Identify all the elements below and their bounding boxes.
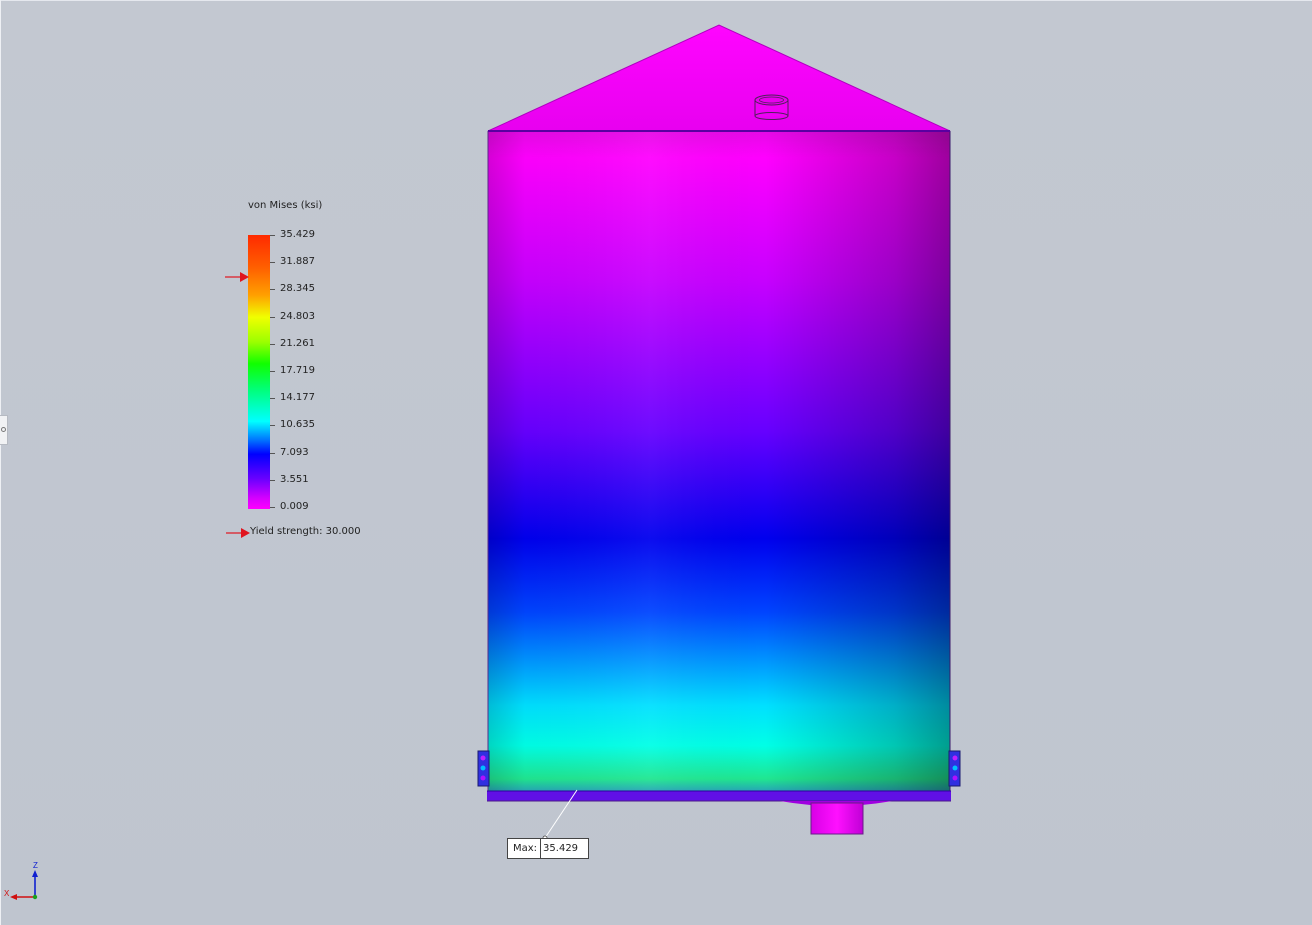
legend-colorbar[interactable] xyxy=(248,235,270,509)
graphics-viewport[interactable]: von Mises (ksi) 35.429 31.887 28.345 24.803… xyxy=(0,0,1312,925)
yield-strength-arrow-icon xyxy=(225,272,249,282)
yield-strength-legend-arrow-icon xyxy=(226,528,250,538)
tank-model[interactable] xyxy=(0,0,1312,925)
legend-tick xyxy=(270,480,275,481)
tank-shell-shading xyxy=(488,131,950,799)
max-stress-probe[interactable]: Max: 35.429 xyxy=(507,838,590,859)
right-support-lug xyxy=(948,750,961,787)
legend-tick-label: 17.719 xyxy=(280,365,315,376)
legend-tick-label: 7.093 xyxy=(280,447,309,458)
legend-tick-label: 10.635 xyxy=(280,419,315,430)
legend-tick xyxy=(270,289,275,290)
tank-roof xyxy=(487,24,951,132)
legend-tick-label: 3.551 xyxy=(280,474,309,485)
triad-z-label: Z xyxy=(33,861,38,870)
legend-tick-label: 24.803 xyxy=(280,311,315,322)
legend-tick xyxy=(270,262,275,263)
legend-tick xyxy=(270,235,275,236)
triad-x-label: X xyxy=(4,889,10,898)
legend-tick-label: 31.887 xyxy=(280,256,315,267)
left-support-lug xyxy=(477,750,490,787)
legend-title: von Mises (ksi) xyxy=(248,200,323,211)
legend-tick-label: 0.009 xyxy=(280,501,309,512)
tank-bottom-plate xyxy=(487,791,951,801)
legend-tick xyxy=(270,344,275,345)
bottom-drain-nozzle xyxy=(780,801,892,835)
yield-strength-label: Yield strength: 30.000 xyxy=(250,526,361,537)
probe-value: 35.429 xyxy=(543,843,579,854)
reference-triad-icon[interactable]: Z X xyxy=(4,858,44,906)
roof-vent-nozzle xyxy=(754,94,789,120)
legend-tick xyxy=(270,507,275,508)
legend-tick xyxy=(270,317,275,318)
legend-tick-label: 21.261 xyxy=(280,338,315,349)
legend-tick xyxy=(270,398,275,399)
legend-tick-label: 28.345 xyxy=(280,283,315,294)
legend-tick-label: 14.177 xyxy=(280,392,315,403)
legend-tick xyxy=(270,371,275,372)
legend-tick xyxy=(270,425,275,426)
legend-tick xyxy=(270,453,275,454)
probe-label: Max: xyxy=(508,839,542,858)
legend-tick-label: 35.429 xyxy=(280,229,315,240)
